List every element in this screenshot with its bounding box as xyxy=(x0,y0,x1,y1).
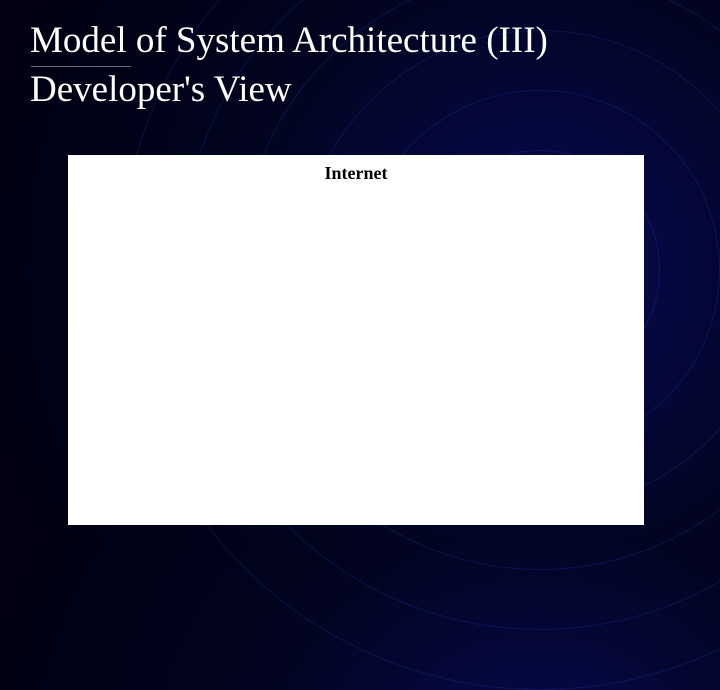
title-line-1: Model of System Architecture (III) xyxy=(30,18,548,64)
content-area: Internet xyxy=(68,155,644,525)
content-label: Internet xyxy=(325,163,388,184)
title-line-2: Developer's View xyxy=(30,67,548,113)
slide-title: Model of System Architecture (III) Devel… xyxy=(30,18,548,114)
